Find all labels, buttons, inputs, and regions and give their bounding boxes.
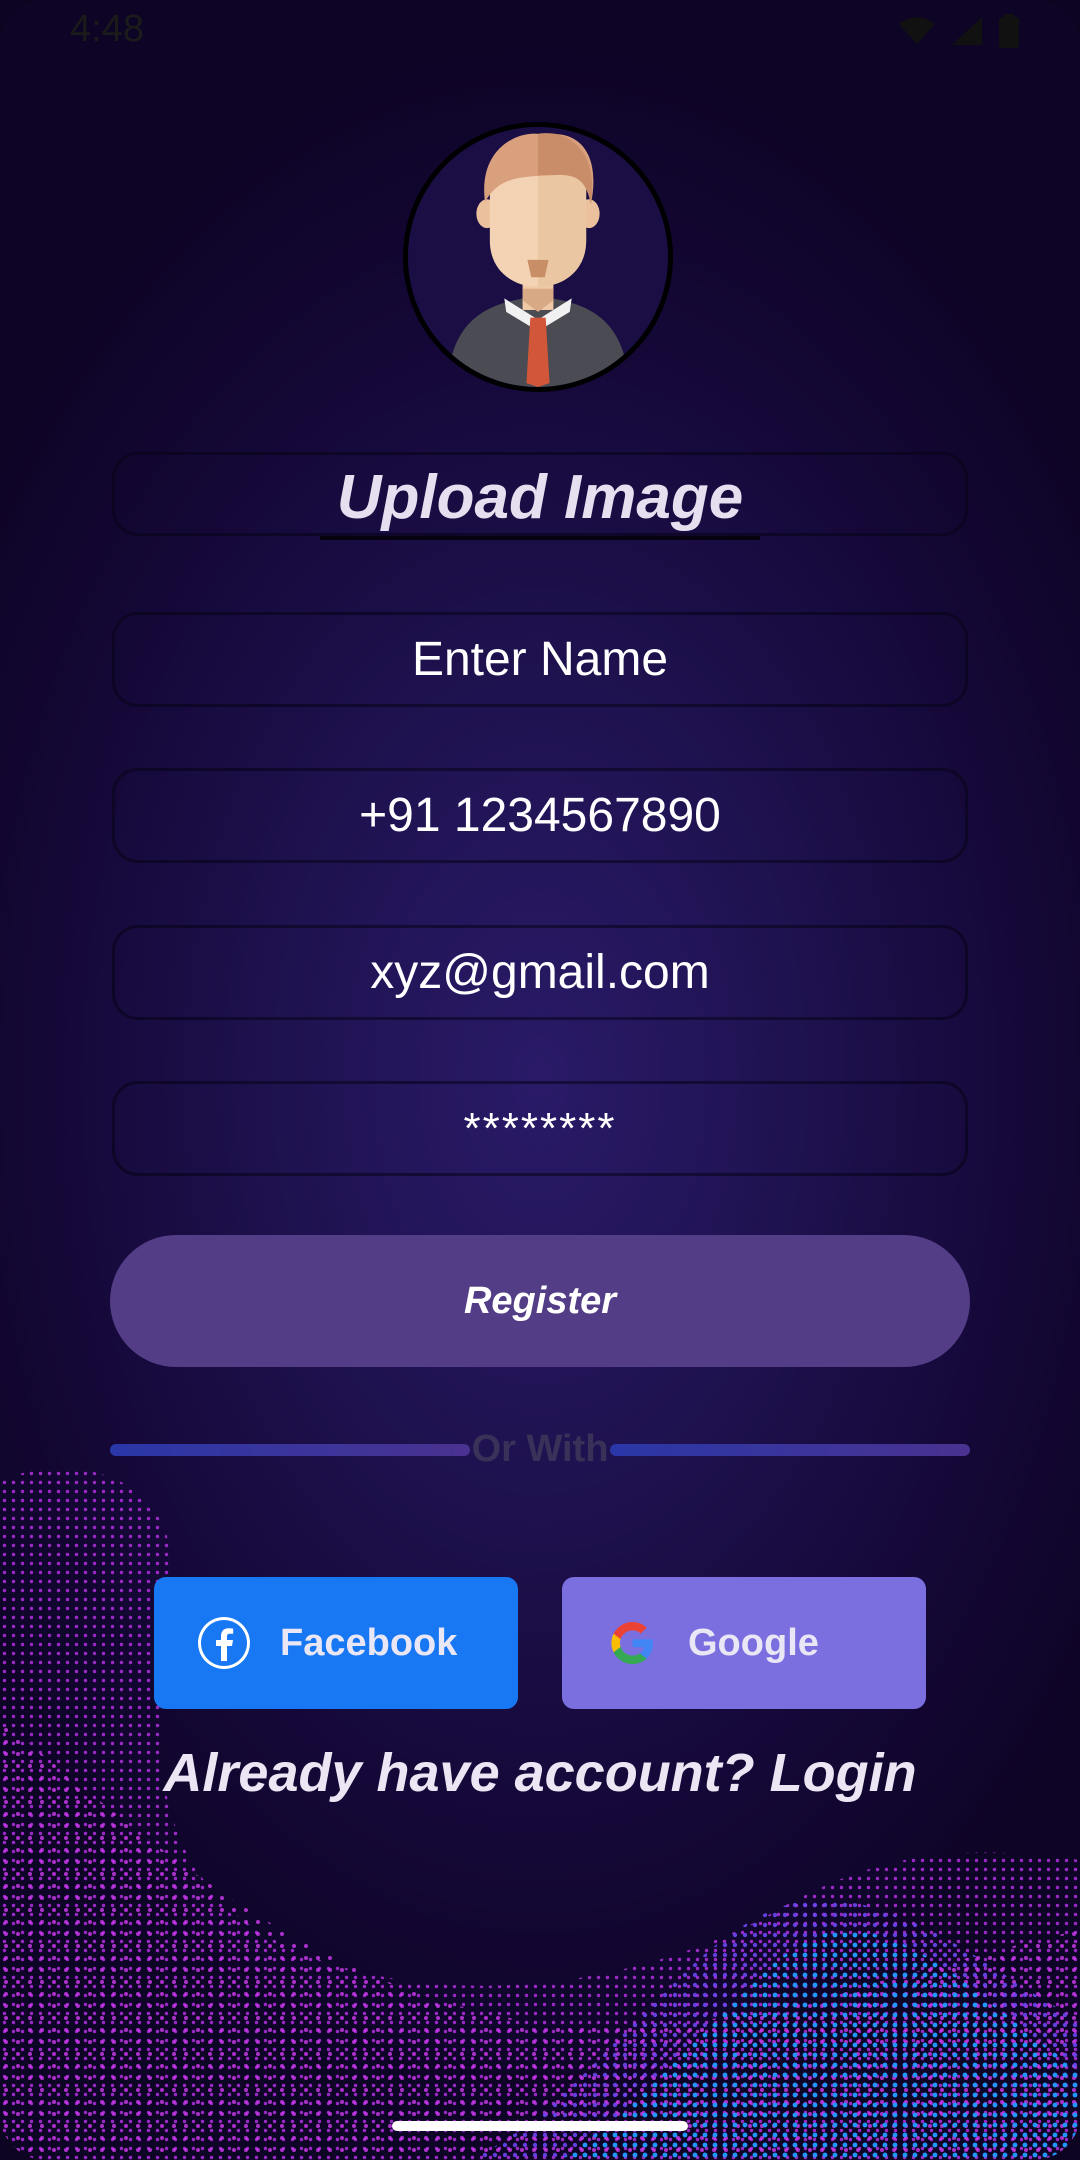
phone-field[interactable]: +91 1234567890 bbox=[112, 768, 968, 863]
register-screen: 4:48 Upload Image Enter Name +91 1234567… bbox=[0, 0, 1080, 2160]
facebook-label: Facebook bbox=[280, 1621, 458, 1664]
wifi-icon bbox=[899, 17, 935, 44]
status-icons bbox=[898, 14, 1020, 48]
status-time: 4:48 bbox=[70, 8, 144, 50]
upload-image-underline bbox=[320, 536, 760, 540]
password-field[interactable]: ******** bbox=[112, 1081, 968, 1176]
avatar-illustration bbox=[408, 127, 668, 387]
email-field[interactable]: xyz@gmail.com bbox=[112, 925, 968, 1020]
upload-image-button[interactable]: Upload Image bbox=[0, 462, 1080, 533]
google-icon bbox=[611, 1622, 653, 1664]
divider-right bbox=[610, 1444, 970, 1456]
google-button[interactable]: Google bbox=[562, 1577, 926, 1709]
facebook-button[interactable]: Facebook bbox=[154, 1577, 518, 1709]
home-indicator[interactable] bbox=[392, 2121, 688, 2131]
name-field[interactable]: Enter Name bbox=[112, 612, 968, 707]
wave-background-art bbox=[0, 1468, 1080, 2160]
facebook-icon bbox=[198, 1617, 250, 1669]
google-label: Google bbox=[688, 1621, 819, 1664]
battery-icon bbox=[999, 14, 1019, 48]
register-button[interactable]: Register bbox=[110, 1235, 970, 1367]
status-bar: 4:48 bbox=[0, 0, 1080, 64]
cellular-signal-icon bbox=[952, 17, 982, 45]
or-with-label: Or With bbox=[471, 1428, 609, 1470]
login-link[interactable]: Already have account? Login bbox=[0, 1742, 1080, 1804]
divider-left bbox=[110, 1444, 470, 1456]
avatar[interactable] bbox=[403, 122, 673, 392]
